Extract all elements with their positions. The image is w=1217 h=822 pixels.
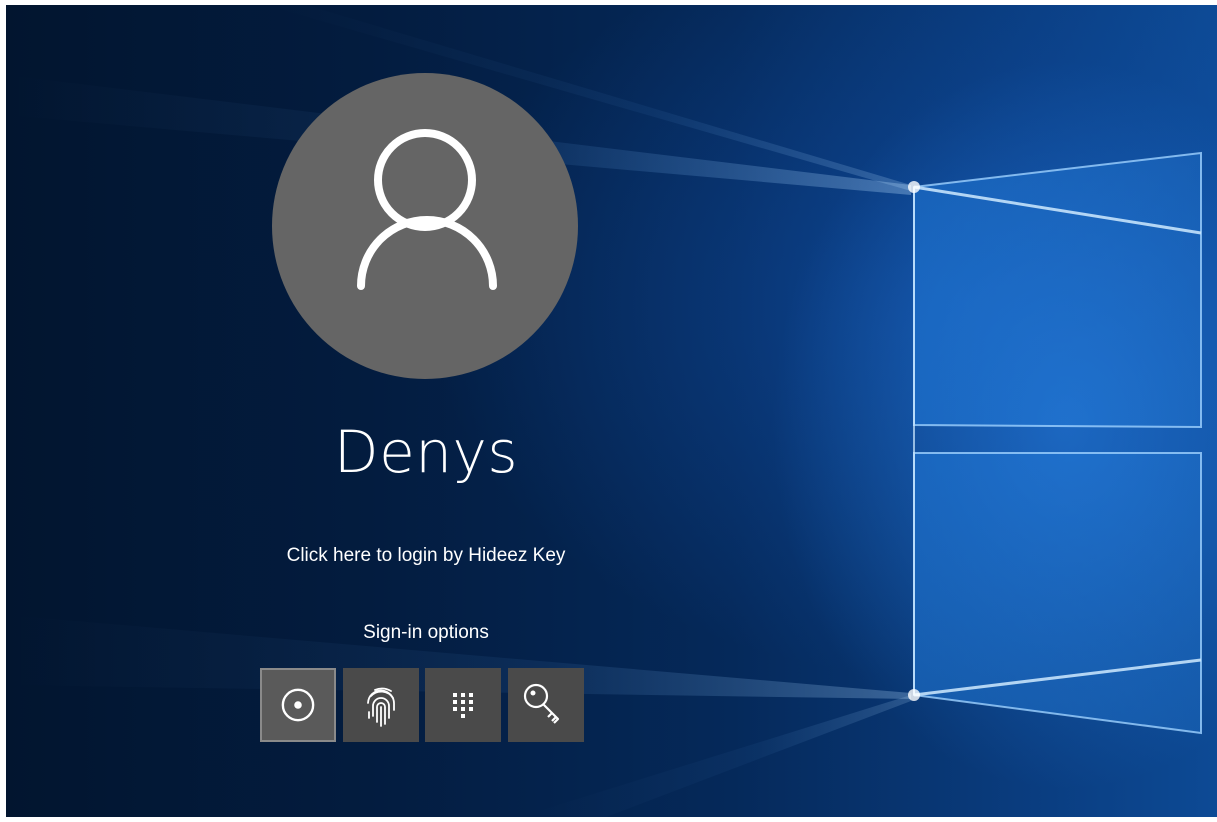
signin-option-password[interactable] [508,668,584,742]
signin-options-label: Sign-in options [363,622,489,643]
lock-screen: Denys Click here to login by Hideez Key … [6,5,1217,817]
user-avatar [272,73,578,379]
signin-option-hideez-key[interactable] [260,668,336,742]
fingerprint-icon [367,687,395,727]
hideez-login-link[interactable]: Click here to login by Hideez Key [176,545,676,567]
signin-option-fingerprint[interactable] [343,668,419,742]
hideez-key-icon [281,688,315,722]
windows-wallpaper [6,5,1202,817]
pin-keypad-icon [453,693,473,718]
user-icon [357,129,497,290]
signin-option-pin[interactable] [425,668,501,742]
password-key-icon [523,683,560,724]
user-name: Denys [333,418,519,486]
